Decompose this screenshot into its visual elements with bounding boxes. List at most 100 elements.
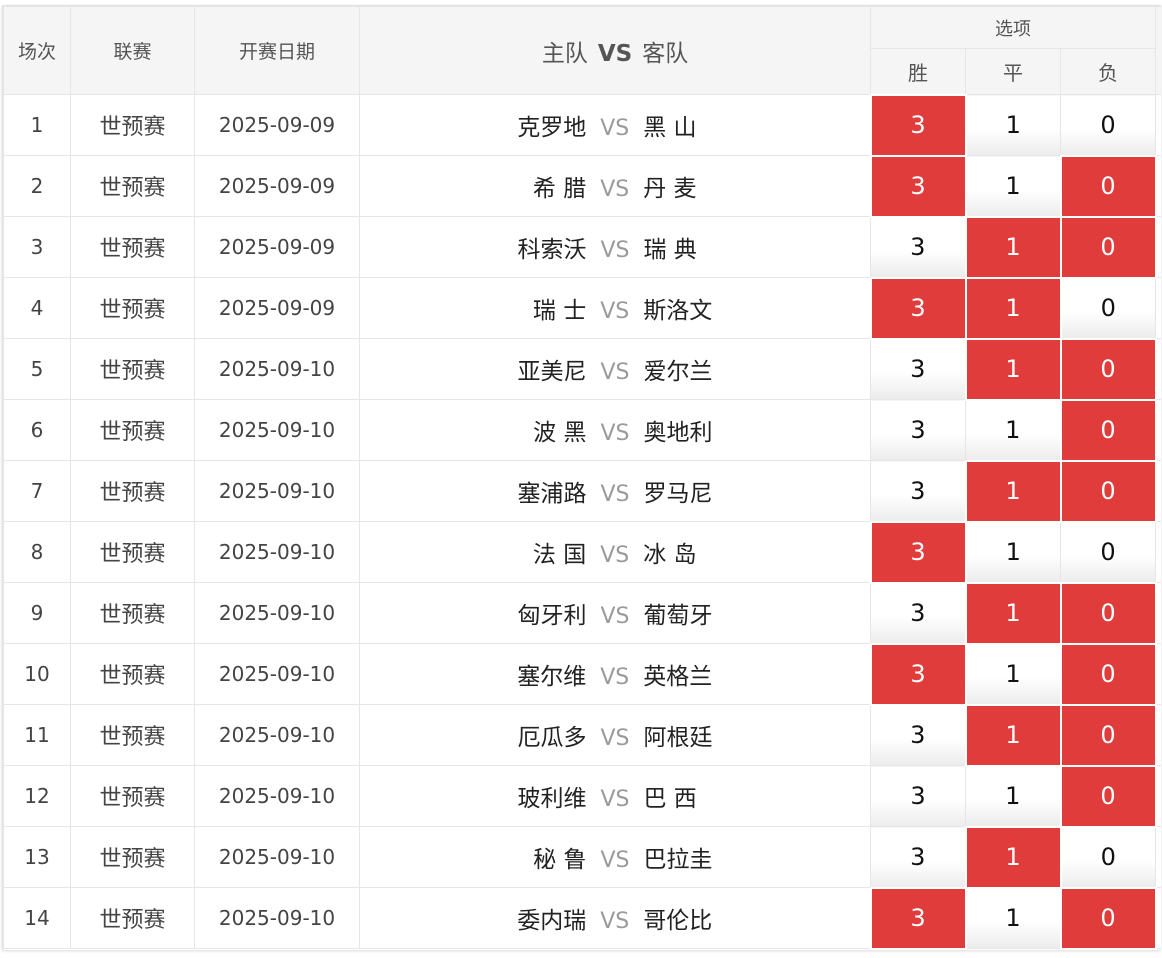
option-win[interactable]: 3 (870, 338, 966, 400)
option-loss[interactable]: 0 (1059, 215, 1157, 279)
option-loss[interactable]: 0 (1059, 826, 1157, 888)
home-team: 塞尔维 (517, 664, 587, 690)
match-date: 2025-09-10 (194, 826, 360, 888)
option-draw[interactable]: 1 (964, 703, 1062, 767)
match-league: 世预赛 (70, 521, 195, 583)
match-date: 2025-09-09 (194, 277, 360, 339)
option-win[interactable]: 3 (869, 93, 967, 157)
option-loss[interactable]: 0 (1059, 94, 1157, 156)
match-no: 9 (3, 582, 71, 644)
option-win[interactable]: 3 (869, 276, 967, 340)
row-gutter (1155, 399, 1161, 461)
vs-label: VS (600, 726, 630, 751)
option-loss[interactable]: 0 (1059, 642, 1157, 706)
vs-label: VS (600, 360, 630, 385)
option-draw[interactable]: 1 (965, 643, 1061, 705)
match-row: 14 世预赛 2025-09-10 委内瑞 VS 哥伦比 3 1 0 (3, 886, 1161, 950)
match-date: 2025-09-09 (194, 155, 360, 217)
option-win[interactable]: 3 (869, 520, 967, 584)
option-loss[interactable]: 0 (1059, 337, 1157, 401)
match-row: 11 世预赛 2025-09-10 厄瓜多 VS 阿根廷 3 1 0 (3, 703, 1161, 767)
match-no: 11 (3, 704, 71, 766)
option-win[interactable]: 3 (870, 765, 966, 827)
option-loss[interactable]: 0 (1059, 581, 1157, 645)
option-draw[interactable]: 1 (964, 276, 1062, 340)
option-win[interactable]: 3 (870, 460, 966, 522)
match-row: 10 世预赛 2025-09-10 塞尔维 VS 英格兰 3 1 0 (3, 642, 1161, 706)
match-teams: 秘 鲁 VS 巴拉圭 (359, 826, 871, 888)
option-draw[interactable]: 1 (964, 337, 1062, 401)
option-draw[interactable]: 1 (965, 94, 1061, 156)
match-league: 世预赛 (70, 155, 195, 217)
option-draw[interactable]: 1 (964, 215, 1062, 279)
vs-label: VS (600, 177, 630, 202)
match-table: 场次 联赛 开赛日期 主队 VS 客队 选项 胜 平 负 1 世预赛 2025-09… (3, 6, 1161, 950)
match-row: 4 世预赛 2025-09-09 瑞 士 VS 斯洛文 3 1 0 (3, 276, 1161, 340)
match-date: 2025-09-10 (194, 338, 360, 400)
option-loss[interactable]: 0 (1059, 277, 1157, 339)
match-teams: 匈牙利 VS 葡萄牙 (359, 582, 871, 644)
header-draw: 平 (965, 48, 1061, 95)
match-league: 世预赛 (70, 643, 195, 705)
match-no: 6 (3, 399, 71, 461)
match-teams: 波 黑 VS 奥地利 (359, 399, 871, 461)
option-draw[interactable]: 1 (965, 765, 1061, 827)
row-gutter (1155, 582, 1161, 644)
option-loss[interactable]: 0 (1059, 154, 1157, 218)
match-league: 世预赛 (70, 399, 195, 461)
match-teams: 法 国 VS 冰 岛 (359, 521, 871, 583)
away-team: 巴 西 (643, 786, 697, 812)
option-win[interactable]: 3 (870, 216, 966, 278)
home-team: 法 国 (532, 542, 587, 568)
row-gutter (1155, 216, 1161, 278)
match-league: 世预赛 (70, 887, 195, 949)
home-team: 希 腊 (532, 176, 587, 202)
option-loss[interactable]: 0 (1059, 703, 1157, 767)
match-row: 12 世预赛 2025-09-10 玻利维 VS 巴 西 3 1 0 (3, 764, 1161, 828)
option-draw[interactable]: 1 (964, 459, 1062, 523)
match-teams: 希 腊 VS 丹 麦 (359, 155, 871, 217)
home-team: 瑞 士 (532, 298, 587, 324)
option-draw[interactable]: 1 (965, 399, 1061, 461)
vs-label: VS (600, 604, 630, 629)
option-draw[interactable]: 1 (965, 887, 1061, 949)
option-draw[interactable]: 1 (965, 521, 1061, 583)
match-row: 7 世预赛 2025-09-10 塞浦路 VS 罗马尼 3 1 0 (3, 459, 1161, 523)
option-win[interactable]: 3 (869, 886, 967, 950)
vs-label: VS (600, 482, 630, 507)
home-team: 波 黑 (533, 420, 587, 446)
option-win[interactable]: 3 (870, 582, 966, 644)
header-league: 联赛 (70, 6, 195, 95)
header-match-no: 场次 (3, 6, 71, 95)
option-win[interactable]: 3 (869, 642, 967, 706)
option-win[interactable]: 3 (870, 399, 966, 461)
option-win[interactable]: 3 (869, 154, 967, 218)
option-draw[interactable]: 1 (964, 825, 1062, 889)
match-date: 2025-09-10 (194, 521, 360, 583)
option-win[interactable]: 3 (870, 704, 966, 766)
option-loss[interactable]: 0 (1059, 764, 1157, 828)
option-win[interactable]: 3 (870, 826, 966, 888)
option-loss[interactable]: 0 (1059, 521, 1157, 583)
match-row: 13 世预赛 2025-09-10 秘 鲁 VS 巴拉圭 3 1 0 (3, 825, 1161, 889)
match-no: 14 (3, 887, 71, 949)
option-loss[interactable]: 0 (1059, 886, 1157, 950)
header-scroll-gutter (1155, 6, 1161, 95)
home-team: 塞浦路 (517, 481, 587, 507)
header-away: 客队 (642, 40, 689, 67)
match-date: 2025-09-10 (194, 643, 360, 705)
option-draw[interactable]: 1 (965, 155, 1061, 217)
option-draw[interactable]: 1 (964, 581, 1062, 645)
option-loss[interactable]: 0 (1059, 459, 1157, 523)
option-loss[interactable]: 0 (1059, 398, 1157, 462)
row-gutter (1155, 460, 1161, 522)
header-win: 胜 (870, 48, 966, 95)
away-team: 罗马尼 (643, 481, 713, 507)
away-team: 英格兰 (643, 664, 713, 690)
vs-label: VS (600, 848, 630, 873)
row-gutter (1155, 765, 1161, 827)
match-date: 2025-09-10 (194, 460, 360, 522)
vs-label: VS (600, 299, 630, 324)
row-gutter (1155, 826, 1161, 888)
match-teams: 玻利维 VS 巴 西 (359, 765, 871, 827)
